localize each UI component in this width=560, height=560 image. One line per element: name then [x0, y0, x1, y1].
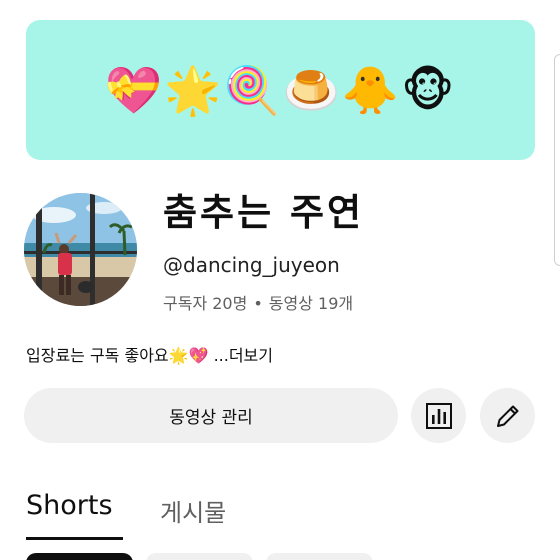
- avatar[interactable]: [24, 193, 137, 306]
- channel-description[interactable]: 입장료는 구독 좋아요🌟💖 ...더보기: [26, 342, 273, 366]
- channel-handle: @dancing_juyeon: [163, 253, 340, 277]
- banner-emojis: 💝🌟🍭🍮🐥🐵: [104, 63, 457, 117]
- channel-stats: 구독자 20명 • 동영상 19개: [163, 290, 353, 314]
- pencil-icon: [496, 405, 518, 427]
- scrollbar-edge: [554, 54, 560, 266]
- tab-posts[interactable]: 게시물: [160, 493, 226, 528]
- subscriber-count: 구독자 20명: [163, 294, 248, 313]
- video-count: 동영상 19개: [268, 294, 354, 313]
- filter-chip[interactable]: [146, 553, 253, 560]
- tab-shorts[interactable]: Shorts: [26, 490, 113, 521]
- bar-chart-icon: [425, 402, 452, 429]
- channel-tabs: Shorts 게시물: [0, 480, 560, 540]
- analytics-button[interactable]: [411, 388, 466, 443]
- filter-chip[interactable]: [266, 553, 373, 560]
- selected-tab-indicator: [26, 537, 123, 540]
- filter-chip[interactable]: [26, 553, 133, 560]
- avatar-photo-icon: [24, 193, 137, 306]
- stats-separator: •: [253, 294, 263, 313]
- channel-name: 춤추는 주연: [163, 191, 365, 234]
- channel-banner: 💝🌟🍭🍮🐥🐵: [26, 20, 535, 160]
- edit-channel-button[interactable]: [480, 388, 535, 443]
- manage-videos-button[interactable]: 동영상 관리: [24, 388, 398, 443]
